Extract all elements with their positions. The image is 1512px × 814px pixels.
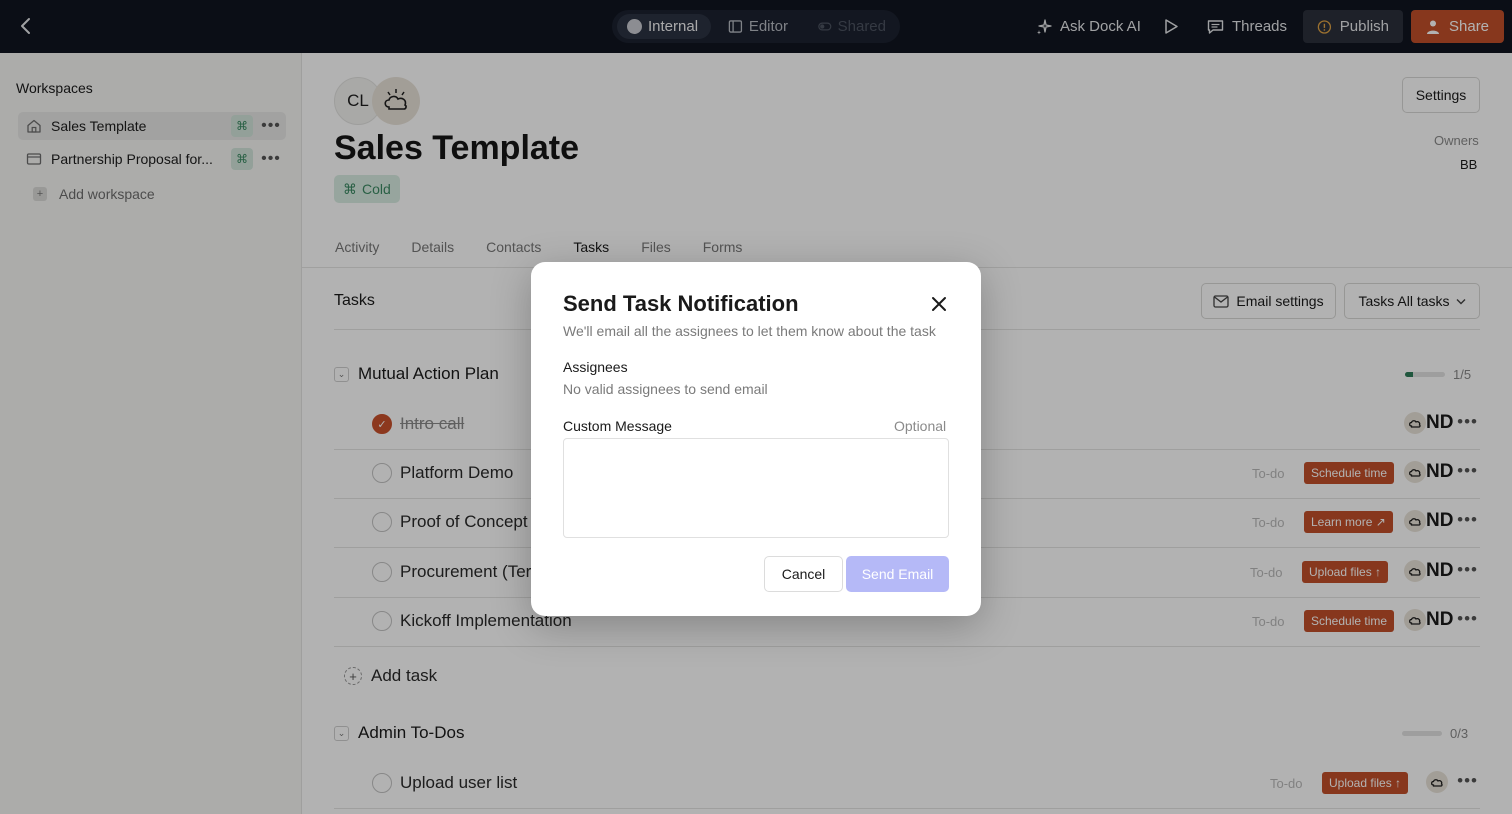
assignees-label: Assignees: [563, 359, 628, 375]
send-email-button[interactable]: Send Email: [846, 556, 949, 592]
send-task-notification-dialog: Send Task Notification We'll email all t…: [531, 262, 981, 616]
cancel-button[interactable]: Cancel: [764, 556, 843, 592]
optional-label: Optional: [894, 418, 947, 434]
custom-message-field[interactable]: [563, 438, 949, 538]
assignees-info: No valid assignees to send email: [563, 381, 768, 397]
custom-message-label: Custom Message: [563, 418, 672, 434]
dialog-title: Send Task Notification: [563, 291, 799, 316]
dialog-subtitle: We'll email all the assignees to let the…: [563, 323, 936, 339]
close-icon[interactable]: [929, 294, 949, 314]
